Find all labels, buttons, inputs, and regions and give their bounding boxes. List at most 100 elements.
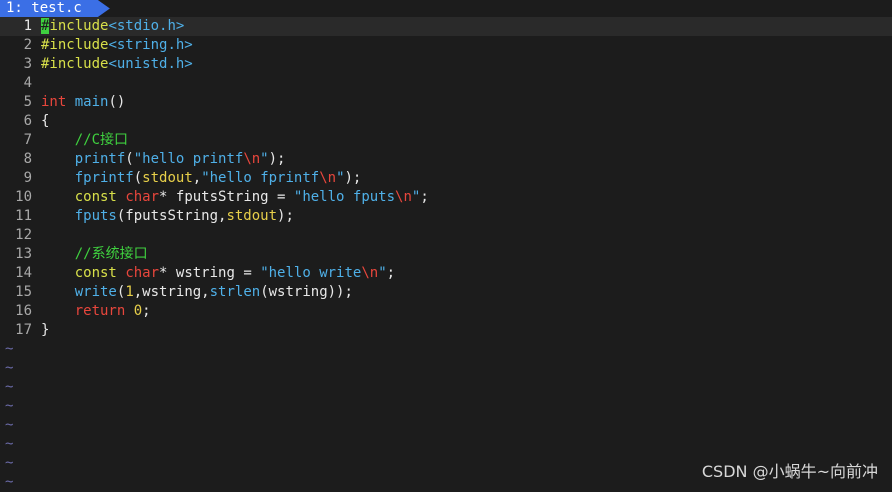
code-token: stdout — [142, 170, 193, 186]
code-token: int — [41, 94, 67, 110]
code-text: const char* fputsString = "hello fputs\n… — [41, 189, 429, 205]
code-line[interactable]: 2 #include<string.h> — [0, 36, 892, 55]
line-number: 14 — [15, 265, 32, 281]
line-number: 8 — [23, 151, 32, 167]
code-token: ( — [133, 170, 143, 186]
code-token: char — [125, 189, 160, 205]
empty-line-marker: ~ — [5, 379, 14, 395]
code-line[interactable]: 12 — [0, 226, 892, 245]
line-number: 7 — [23, 132, 32, 148]
code-text: } — [41, 322, 49, 338]
code-token: , — [192, 170, 202, 186]
code-token: " — [260, 151, 269, 167]
code-token: \n — [395, 189, 412, 205]
code-token: printf — [74, 151, 126, 167]
line-number: 3 — [23, 56, 32, 72]
code-token: strlen — [209, 284, 261, 300]
code-token: ; — [420, 189, 429, 205]
code-token: //系统接口 — [74, 246, 148, 262]
code-editor[interactable]: 1 #include<stdio.h> 2 #include<string.h> 3 #i… — [0, 17, 892, 492]
code-line[interactable]: 7 //C接口 — [0, 131, 892, 150]
code-text: //系统接口 — [41, 246, 148, 262]
code-token: ); — [277, 208, 294, 224]
code-token: return — [74, 303, 126, 319]
line-number: 15 — [15, 284, 32, 300]
code-token: 0 — [133, 303, 143, 319]
code-token: * fputsString = — [159, 189, 294, 205]
code-token: " — [378, 265, 387, 281]
line-number: 1 — [23, 18, 32, 34]
code-line[interactable]: 5 int main() — [0, 93, 892, 112]
code-text: write(1,wstring,strlen(wstring)); — [41, 284, 353, 300]
code-line[interactable]: 8 printf("hello printf\n"); — [0, 150, 892, 169]
code-line[interactable]: 10 const char* fputsString = "hello fput… — [0, 188, 892, 207]
code-line[interactable]: 6{ — [0, 112, 892, 131]
empty-line-marker: ~ — [5, 417, 14, 433]
code-line[interactable]: 15 write(1,wstring,strlen(wstring)); — [0, 283, 892, 302]
buffer-tab[interactable]: 1: test.c — [0, 0, 110, 17]
empty-line-marker: ~ — [5, 360, 14, 376]
code-token: //C接口 — [74, 132, 129, 148]
code-text: const char* wstring = "hello write\n"; — [41, 265, 395, 281]
code-line[interactable]: 13 //系统接口 — [0, 245, 892, 264]
code-text: int main() — [41, 94, 125, 110]
code-line[interactable]: 1 #include<stdio.h> — [0, 17, 892, 36]
code-text: printf("hello printf\n"); — [41, 151, 286, 167]
code-line[interactable]: 17} — [0, 321, 892, 340]
line-number: 12 — [15, 227, 32, 243]
code-line[interactable]: 14 const char* wstring = "hello write\n"… — [0, 264, 892, 283]
code-token: \n — [319, 170, 337, 186]
code-line[interactable]: 11 fputs(fputsString,stdout); — [0, 207, 892, 226]
code-token: () — [108, 94, 126, 110]
code-token: char — [125, 265, 160, 281]
code-token: "hello write — [260, 265, 362, 281]
empty-line-marker: ~ — [5, 341, 14, 357]
code-token: stdout — [226, 208, 278, 224]
line-number: 13 — [15, 246, 32, 262]
code-token: ,wstring, — [133, 284, 210, 300]
code-token: #include — [41, 37, 109, 53]
code-line[interactable]: 4 — [0, 74, 892, 93]
code-text: #include<string.h> — [41, 37, 193, 53]
code-token: "hello printf — [133, 151, 244, 167]
line-number: 9 — [23, 170, 32, 186]
line-number: 17 — [15, 322, 32, 338]
code-text: fputs(fputsString,stdout); — [41, 208, 294, 224]
code-token: ); — [268, 151, 286, 167]
code-token: write — [74, 284, 117, 300]
code-token: (fputsString, — [116, 208, 227, 224]
code-token: "hello fprintf — [201, 170, 320, 186]
code-line[interactable]: 9 fprintf(stdout,"hello fprintf\n"); — [0, 169, 892, 188]
line-number: 5 — [23, 94, 32, 110]
code-token: main — [74, 94, 109, 110]
code-token: const — [74, 265, 117, 281]
code-token: include — [49, 18, 109, 34]
code-line[interactable]: 16 return 0; — [0, 302, 892, 321]
tabline: 1: test.c — [0, 0, 892, 17]
code-token: ; — [142, 303, 151, 319]
code-token: { — [41, 113, 50, 129]
code-token: (wstring)); — [260, 284, 353, 300]
code-token: #include — [41, 56, 109, 72]
code-token: } — [41, 322, 50, 338]
code-token: * wstring = — [159, 265, 261, 281]
empty-line-marker: ~ — [5, 436, 14, 452]
code-token: ( — [125, 151, 134, 167]
code-token: \n — [361, 265, 379, 281]
code-line[interactable]: 3 #include<unistd.h> — [0, 55, 892, 74]
code-token: fputs — [74, 208, 117, 224]
code-text: //C接口 — [41, 132, 128, 148]
code-text: return 0; — [41, 303, 151, 319]
watermark: CSDN @小蜗牛~向前冲 — [701, 462, 878, 481]
code-token: const — [74, 189, 117, 205]
line-number: 16 — [15, 303, 32, 319]
